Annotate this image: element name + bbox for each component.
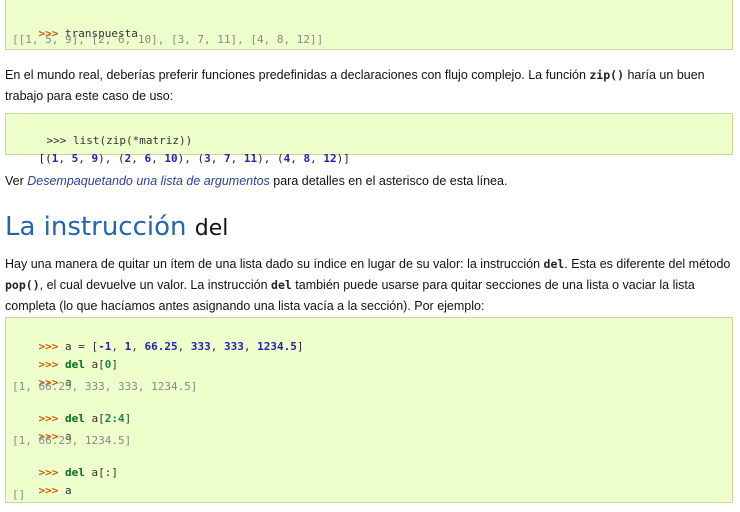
code-text: ] xyxy=(124,412,132,425)
number: 2:4 xyxy=(104,412,125,425)
tuple-number: 7 xyxy=(224,152,231,165)
tuple-number: 8 xyxy=(303,152,311,165)
list-number: 333 xyxy=(190,340,211,353)
tuple-list: (1, 5, 9), (2, 6, 10), (3, 7, 11), (4, 8… xyxy=(45,152,344,165)
code-text: ] xyxy=(111,358,118,371)
tuple-number: 3 xyxy=(204,152,211,165)
tuple-number: 4 xyxy=(283,152,291,165)
code-block-del-example: >>> a = [-1, 1, 66.25, 333, 333, 1234.5]… xyxy=(5,317,733,503)
bracket: ] xyxy=(343,152,350,165)
paragraph-del: Hay una manera de quitar un ítem de una … xyxy=(5,254,735,317)
code-text: ] xyxy=(296,340,304,353)
code-text: a[ xyxy=(84,358,105,371)
list-number: 333 xyxy=(224,340,244,353)
heading-keyword: del xyxy=(194,216,229,241)
value-list: -1, 1, 66.25, 333, 333, 1234.5 xyxy=(98,340,297,353)
code-output: [1, 66.25, 1234.5] xyxy=(12,434,132,447)
code-text: a[ xyxy=(84,412,105,425)
tuple-number: 10 xyxy=(164,152,178,165)
code-output: [1, 66.25, 333, 333, 1234.5] xyxy=(12,380,198,393)
text: En el mundo real, deberías preferir func… xyxy=(5,68,590,82)
list-number: 66.25 xyxy=(144,340,178,353)
text: , el cual devuelve un valor. La instrucc… xyxy=(39,278,272,292)
code-output: [[1, 5, 9], [2, 6, 10], [3, 7, 11], [4, … xyxy=(12,33,324,46)
list-number: 1 xyxy=(124,340,132,353)
tuple-number: 6 xyxy=(144,152,152,165)
text: . Esta es diferente del método xyxy=(564,257,731,271)
text: Ver xyxy=(5,174,28,188)
list-number: 1234.5 xyxy=(257,340,297,353)
tuple-number: 12 xyxy=(323,152,337,165)
heading-title: La instrucción xyxy=(5,212,195,242)
tuple-number: 2 xyxy=(124,152,132,165)
inline-code-del: del xyxy=(543,257,565,271)
tuple-number: 1 xyxy=(51,152,59,165)
prompt: >>> xyxy=(38,484,59,497)
inline-code-del: del xyxy=(271,278,292,292)
code-block-transpuesta: >>> transpuesta [[1, 5, 9], [2, 6, 10], … xyxy=(5,0,733,50)
link-desempaquetando[interactable]: Desempaquetando una lista de argumentos xyxy=(27,174,270,188)
tuple-number: 9 xyxy=(91,152,99,165)
tuple-number: 11 xyxy=(243,152,258,165)
tuple-number: 5 xyxy=(71,152,79,165)
paragraph-zip: En el mundo real, deberías preferir func… xyxy=(5,65,735,107)
code-text: a[:] xyxy=(84,466,118,479)
section-heading: La instrucción del xyxy=(5,212,228,242)
inline-code-pop: pop() xyxy=(5,278,40,292)
code-output: [] xyxy=(12,488,26,501)
code-block-zip: >>> list(zip(*matriz)) [(1, 5, 9), (2, 6… xyxy=(5,113,733,165)
inline-code-zip: zip() xyxy=(589,68,624,82)
paragraph-see-also: Ver Desempaquetando una lista de argumen… xyxy=(5,171,735,192)
code-text: a xyxy=(65,484,72,497)
text: Hay una manera de quitar un ítem de una … xyxy=(5,257,544,271)
text: para detalles en el asterisco de esta lí… xyxy=(269,174,508,188)
